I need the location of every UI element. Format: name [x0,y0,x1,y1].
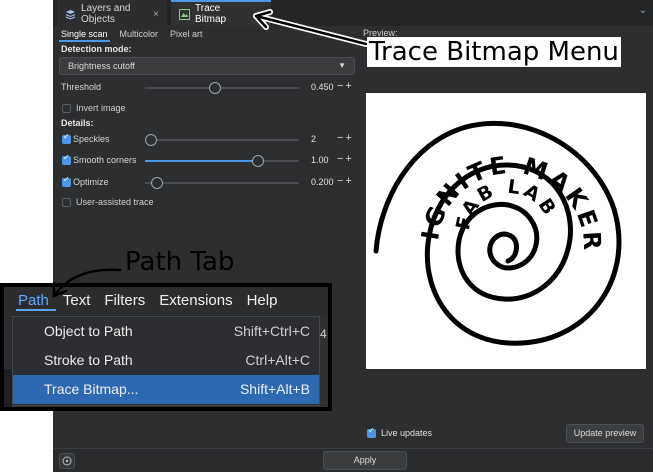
threshold-row: Threshold 0.450 −+ [59,80,357,95]
menu-item-shortcut: Shift+Ctrl+C [233,323,310,339]
menu-path[interactable]: Path [12,292,55,309]
smooth-corners-stepper[interactable]: −+ [337,153,354,165]
dialog-tab-bar: Layers and Objects × Trace Bitmap × ⌄ [53,0,653,26]
live-updates-checkbox[interactable]: Live updates [367,426,433,438]
optimize-slider[interactable] [145,177,299,189]
optimize-stepper[interactable]: −+ [337,175,354,187]
detection-mode-select[interactable]: Brightness cutoff ▼ [59,57,355,75]
menu-item-shortcut: Shift+Alt+B [239,381,310,397]
menu-item-stroke-to-path[interactable]: Stroke to Path Ctrl+Alt+C [13,346,319,375]
smooth-corners-slider[interactable] [145,155,299,167]
active-menu-underline [16,309,56,311]
trace-bitmap-icon [179,8,190,20]
speckles-slider-handle[interactable] [145,134,157,146]
menu-item-label: Object to Path [44,323,133,339]
optimize-checkbox[interactable] [62,175,71,187]
preview-column: Preview: IGNITE MAKER FAB LAB Live updat… [361,26,651,446]
user-assisted-trace-label: User-assisted trace [76,197,154,207]
speckles-label: Speckles [73,134,110,144]
threshold-value[interactable]: 0.450 [311,82,334,92]
detection-mode-label: Detection mode: [61,44,132,54]
optimize-row: Optimize 0.200 −+ [59,175,357,190]
details-label: Details: [61,118,94,128]
threshold-slider-handle[interactable] [208,82,221,94]
path-menu-screenshot: Path Text Filters Extensions Help 4 Obje… [4,287,328,407]
scan-mode-tabs: Single scan Multicolor Pixel art [59,28,205,42]
subtab-single-scan[interactable]: Single scan [59,28,110,42]
subtab-multicolor[interactable]: Multicolor [118,28,161,42]
smooth-corners-row: Smooth corners 1.00 −+ [59,153,357,168]
speckles-value[interactable]: 2 [311,134,316,144]
optimize-label: Optimize [73,177,109,187]
menu-text[interactable]: Text [57,292,97,309]
smooth-corners-checkbox[interactable] [62,153,71,165]
annotation-path-tab: Path Tab [125,247,235,277]
tab-layers-label: Layers and Objects [81,3,131,25]
annotation-trace-bitmap-menu: Trace Bitmap Menu [367,37,621,67]
checkbox-box[interactable] [62,103,71,113]
threshold-label: Threshold [61,82,102,92]
detection-mode-value: Brightness cutoff [68,61,135,71]
help-button[interactable] [59,453,75,469]
tab-trace-bitmap[interactable]: Trace Bitmap × [171,0,271,26]
threshold-stepper[interactable]: −+ [337,80,354,92]
menu-item-shortcut: Ctrl+Alt+C [245,352,310,368]
menu-item-object-to-path[interactable]: Object to Path Shift+Ctrl+C [13,317,319,346]
slider-fill [145,160,258,162]
menu-filters[interactable]: Filters [98,292,151,309]
checkbox-checked-icon[interactable] [367,426,376,438]
close-icon[interactable]: × [257,9,263,20]
checkbox-box[interactable] [62,197,71,207]
update-preview-button[interactable]: Update preview [566,424,644,443]
path-menu-inset: Path Text Filters Extensions Help 4 Obje… [0,283,332,411]
smooth-corners-slider-handle[interactable] [251,155,264,167]
trace-preview-image: IGNITE MAKER FAB LAB [366,93,646,369]
invert-image-checkbox[interactable]: Invert image [62,102,126,114]
invert-image-label: Invert image [76,103,126,113]
user-assisted-trace-checkbox[interactable]: User-assisted trace [62,196,154,208]
menu-item-trace-bitmap[interactable]: Trace Bitmap... Shift+Alt+B [13,375,319,404]
speckles-row: Speckles 2 −+ [59,132,357,147]
tab-layers-and-objects[interactable]: Layers and Objects × [57,0,167,26]
menu-help[interactable]: Help [241,292,284,309]
dialog-footer: Apply [53,448,653,472]
optimize-value[interactable]: 0.200 [311,177,334,187]
spiral-logo-image: IGNITE MAKER FAB LAB [373,120,622,346]
menu-item-label: Trace Bitmap... [44,381,139,397]
close-icon[interactable]: × [153,9,159,20]
menu-extensions[interactable]: Extensions [153,292,238,309]
help-icon [62,456,72,466]
underlying-number-fragment: 4 [320,327,327,341]
threshold-slider[interactable] [145,82,299,94]
speckles-checkbox[interactable] [62,132,71,144]
tab-trace-label: Trace Bitmap [195,3,227,25]
apply-button[interactable]: Apply [323,451,407,470]
menu-item-label: Stroke to Path [44,352,133,368]
live-updates-label: Live updates [381,428,433,438]
chevron-down-icon[interactable]: ⌄ [639,5,647,16]
layers-icon [65,9,76,20]
speckles-stepper[interactable]: −+ [337,132,354,144]
smooth-corners-value[interactable]: 1.00 [311,155,329,165]
underlying-canvas-strip [4,369,12,407]
dropdown-caret-icon: ▼ [338,61,346,70]
path-menu-dropdown: Object to Path Shift+Ctrl+C Stroke to Pa… [12,316,320,406]
speckles-slider[interactable] [145,134,299,146]
subtab-pixel-art[interactable]: Pixel art [168,28,205,42]
optimize-slider-handle[interactable] [150,177,163,189]
smooth-corners-label: Smooth corners [73,155,137,165]
